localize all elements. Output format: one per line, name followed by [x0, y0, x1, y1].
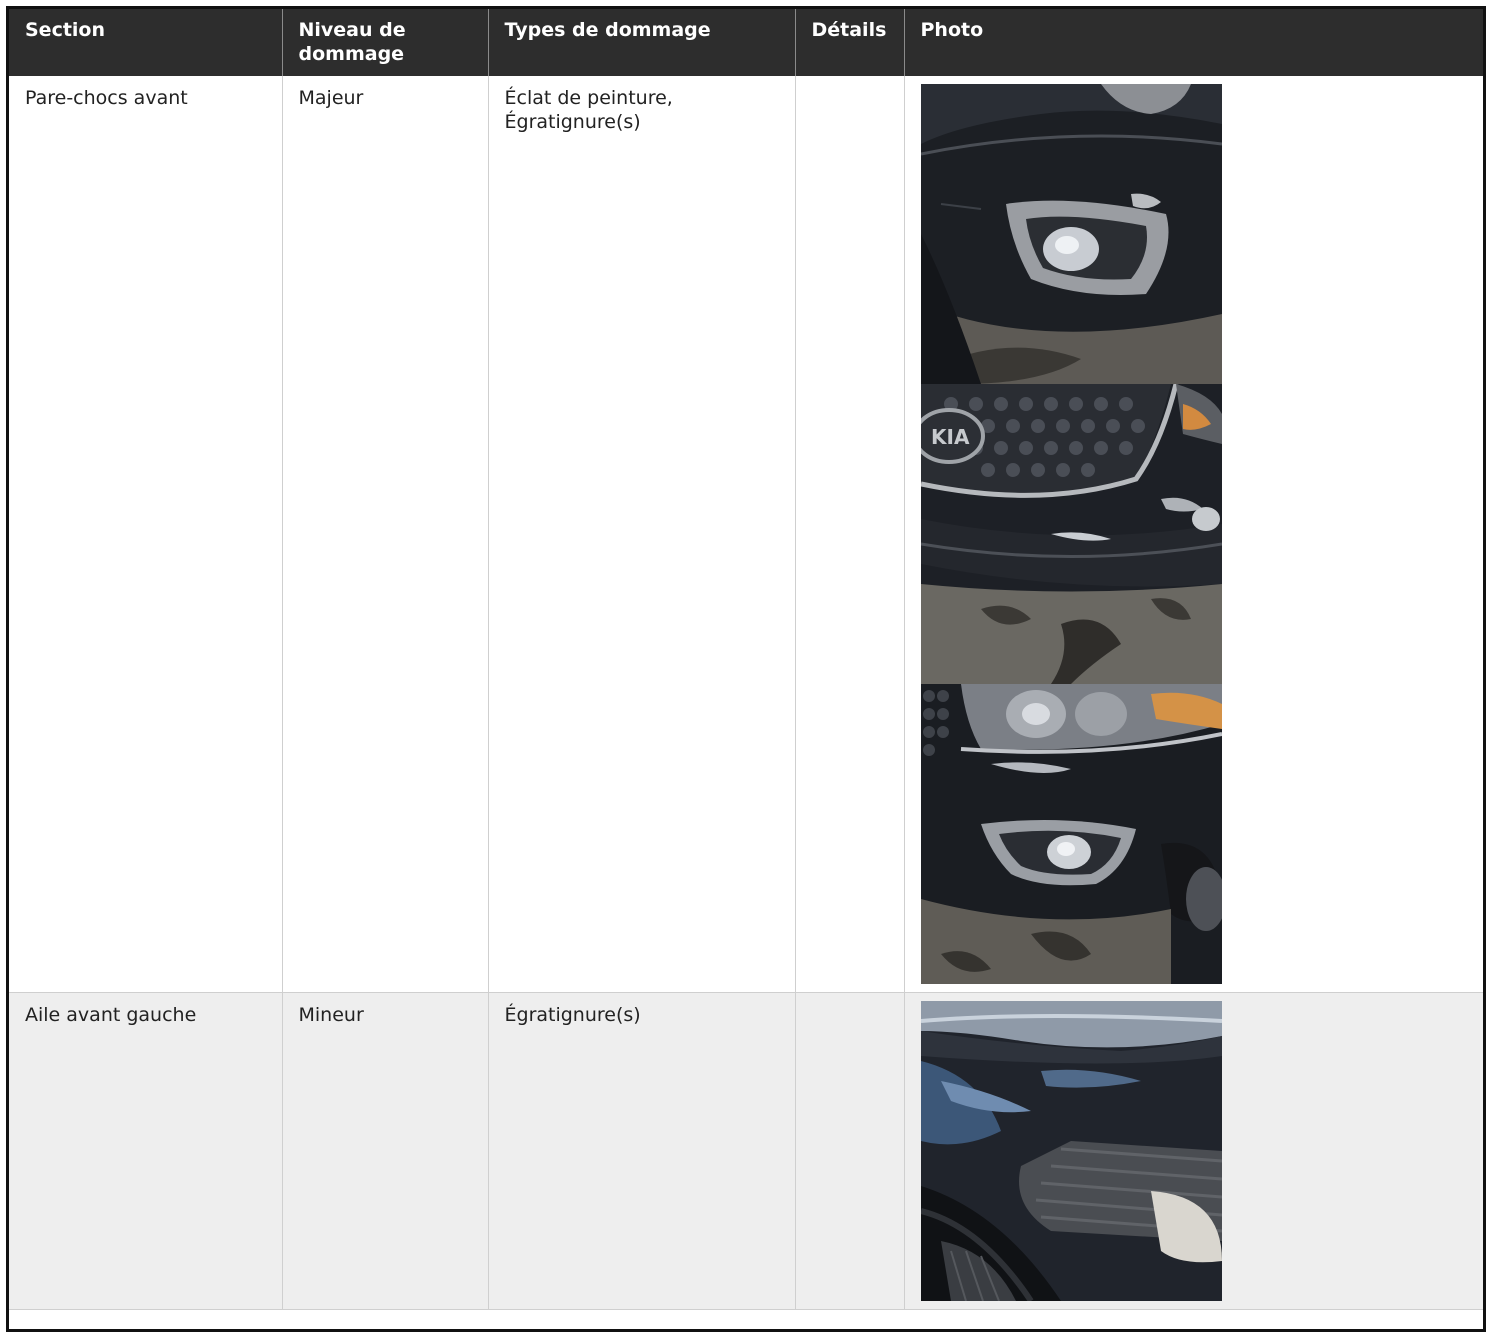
- front-left-fender-photo[interactable]: [920, 1001, 1222, 1301]
- front-headlight-fog-light-photo[interactable]: [920, 684, 1222, 984]
- svg-text:KIA: KIA: [931, 425, 970, 449]
- cell-damage-level: Mineur: [282, 992, 489, 1310]
- header-photo: Photo: [904, 9, 1483, 76]
- table-header-row: Section Niveau de dommage Types de domma…: [9, 9, 1483, 76]
- cell-details: [795, 992, 905, 1310]
- cell-photos: [904, 992, 1483, 1310]
- cell-details: [795, 76, 905, 993]
- header-damage-types: Types de dommage: [488, 9, 796, 76]
- cell-photos: KIA: [904, 76, 1483, 993]
- cell-damage-level: Majeur: [282, 76, 489, 993]
- front-bumper-fog-light-photo[interactable]: [920, 84, 1222, 384]
- header-damage-level: Niveau de dommage: [282, 9, 489, 76]
- damage-table: Section Niveau de dommage Types de domma…: [9, 9, 1483, 1310]
- table-row: Pare-chocs avant Majeur Éclat de peintur…: [9, 76, 1483, 993]
- front-grille-kia-photo[interactable]: KIA: [920, 384, 1222, 684]
- header-details: Détails: [795, 9, 905, 76]
- cell-section: Pare-chocs avant: [9, 76, 283, 993]
- cell-damage-types: Éclat de peinture, Égratignure(s): [488, 76, 796, 993]
- table-row: Aile avant gauche Mineur Égratignure(s): [9, 992, 1483, 1310]
- cell-section: Aile avant gauche: [9, 992, 283, 1310]
- cell-damage-types: Égratignure(s): [488, 992, 796, 1310]
- header-section: Section: [9, 9, 283, 76]
- damage-report-frame: Section Niveau de dommage Types de domma…: [6, 6, 1486, 1332]
